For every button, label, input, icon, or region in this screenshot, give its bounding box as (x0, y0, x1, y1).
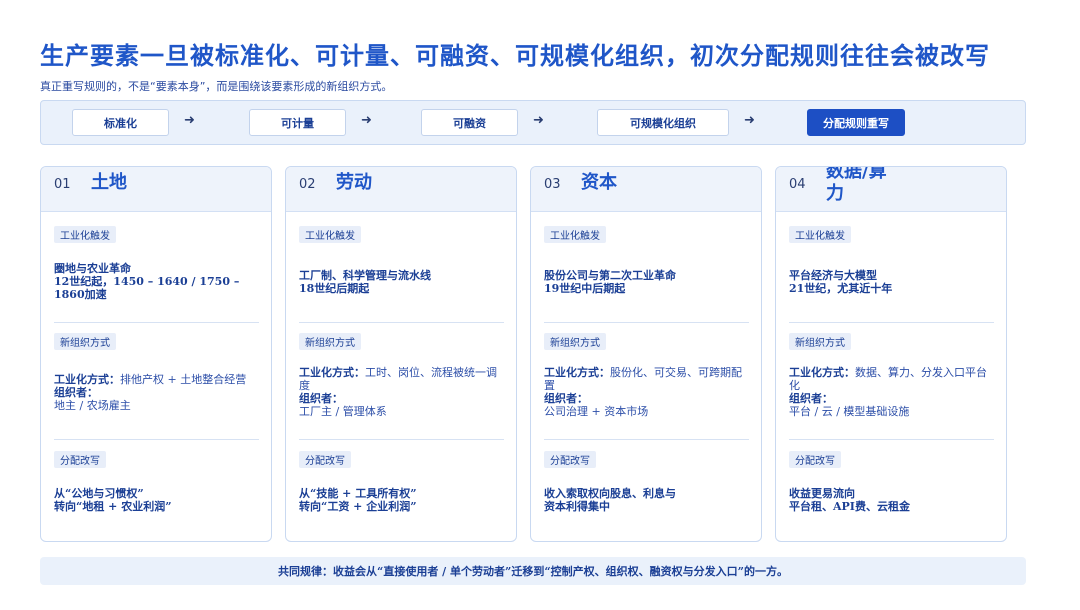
tag-new-org: 新组织方式 (54, 333, 116, 350)
flow-step-financeable: 可融资 (421, 109, 518, 136)
tag-new-org: 新组织方式 (789, 333, 851, 350)
trigger-title: 股份公司与第二次工业革命 (544, 269, 676, 282)
divider (544, 322, 749, 323)
redistribution-line: 转向“地租 + 农业利润” (54, 500, 172, 513)
trigger-content: 工厂制、科学管理与流水线 18世纪后期起 (299, 269, 504, 295)
factor-card-labor: 02 劳动 工业化触发 工厂制、科学管理与流水线 18世纪后期起 新组织方式 工… (285, 166, 517, 542)
redistribution-line: 资本利得集中 (544, 500, 610, 513)
industrial-way-value: 排他产权 + 土地整合经营 (120, 373, 247, 386)
redistribution-line: 收益更易流向 (789, 487, 855, 500)
redistribution-line: 从“公地与习惯权” (54, 487, 144, 500)
flow-step-rule-rewrite: 分配规则重写 (807, 109, 905, 136)
flow-step-measurable: 可计量 (249, 109, 346, 136)
card-number: 01 (54, 177, 71, 192)
redistribution-line: 收入索取权向股息、利息与 (544, 487, 676, 500)
tag-trigger: 工业化触发 (299, 226, 361, 243)
arrow-right-icon: ➜ (744, 113, 755, 128)
card-title: 劳动 (336, 172, 372, 193)
trigger-detail: 18世纪后期起 (299, 282, 370, 295)
card-header: 03 资本 (531, 167, 761, 212)
factor-card-capital: 03 资本 工业化触发 股份公司与第二次工业革命 19世纪中后期起 新组织方式 … (530, 166, 762, 542)
redistribution-line: 从“技能 + 工具所有权” (299, 487, 417, 500)
redistribution-line: 转向“工资 + 企业利润” (299, 500, 417, 513)
organizer-label: 组织者： (789, 392, 833, 405)
org-content: 工业化方式：股份化、可交易、可跨期配置 组织者： 公司治理 + 资本市场 (544, 366, 749, 418)
tag-redistribution: 分配改写 (544, 451, 596, 468)
divider (544, 439, 749, 440)
process-flow: 标准化 ➜ 可计量 ➜ 可融资 ➜ 可规模化组织 ➜ 分配规则重写 (40, 100, 1026, 145)
redistribution-line: 平台租、API费、云租金 (789, 500, 910, 513)
card-number: 04 (789, 177, 806, 192)
org-content: 工业化方式：排他产权 + 土地整合经营 组织者： 地主 / 农场雇主 (54, 373, 259, 412)
tag-redistribution: 分配改写 (299, 451, 351, 468)
card-title: 数据/算力 (826, 166, 887, 204)
trigger-detail: 19世纪中后期起 (544, 282, 626, 295)
flow-step-scalable-org: 可规模化组织 (597, 109, 729, 136)
arrow-right-icon: ➜ (361, 113, 372, 128)
trigger-content: 圈地与农业革命 12世纪起，1450 – 1640 / 1750 – 1860加… (54, 262, 259, 301)
divider (54, 439, 259, 440)
redistribution-content: 收益更易流向 平台租、API费、云租金 (789, 487, 994, 513)
tag-new-org: 新组织方式 (299, 333, 361, 350)
divider (299, 322, 504, 323)
redistribution-content: 从“技能 + 工具所有权” 转向“工资 + 企业利润” (299, 487, 504, 513)
card-title: 土地 (91, 172, 127, 193)
tag-trigger: 工业化触发 (54, 226, 116, 243)
page-subtitle: 真正重写规则的，不是“要素本身”，而是围绕该要素形成的新组织方式。 (40, 80, 393, 93)
organizer-label: 组织者： (544, 392, 588, 405)
organizer-value: 平台 / 云 / 模型基础设施 (789, 405, 910, 418)
tag-redistribution: 分配改写 (54, 451, 106, 468)
factor-card-land: 01 土地 工业化触发 圈地与农业革命 12世纪起，1450 – 1640 / … (40, 166, 272, 542)
organizer-value: 工厂主 / 管理体系 (299, 405, 387, 418)
page-title: 生产要素一旦被标准化、可计量、可融资、可规模化组织，初次分配规则往往会被改写 (40, 41, 990, 70)
summary-footer: 共同规律：收益会从“直接使用者 / 单个劳动者”迁移到“控制产权、组织权、融资权… (40, 557, 1026, 585)
organizer-value: 地主 / 农场雇主 (54, 399, 131, 412)
industrial-way-label: 工业化方式： (789, 366, 855, 379)
divider (299, 439, 504, 440)
organizer-label: 组织者： (299, 392, 343, 405)
tag-trigger: 工业化触发 (789, 226, 851, 243)
org-content: 工业化方式：数据、算力、分发入口平台化 组织者： 平台 / 云 / 模型基础设施 (789, 366, 994, 418)
arrow-right-icon: ➜ (533, 113, 544, 128)
card-header: 02 劳动 (286, 167, 516, 212)
organizer-label: 组织者： (54, 386, 98, 399)
trigger-detail: 21世纪，尤其近十年 (789, 282, 893, 295)
redistribution-content: 从“公地与习惯权” 转向“地租 + 农业利润” (54, 487, 259, 513)
arrow-right-icon: ➜ (184, 113, 195, 128)
trigger-detail: 12世纪起，1450 – 1640 / 1750 – 1860加速 (54, 275, 240, 301)
card-title: 资本 (581, 172, 617, 193)
trigger-title: 平台经济与大模型 (789, 269, 877, 282)
tag-new-org: 新组织方式 (544, 333, 606, 350)
industrial-way-label: 工业化方式： (299, 366, 365, 379)
divider (789, 439, 994, 440)
factor-card-data-compute: 04 数据/算力 工业化触发 平台经济与大模型 21世纪，尤其近十年 新组织方式… (775, 166, 1007, 542)
trigger-content: 平台经济与大模型 21世纪，尤其近十年 (789, 269, 994, 295)
trigger-content: 股份公司与第二次工业革命 19世纪中后期起 (544, 269, 749, 295)
tag-trigger: 工业化触发 (544, 226, 606, 243)
card-header: 01 土地 (41, 167, 271, 212)
divider (789, 322, 994, 323)
trigger-title: 工厂制、科学管理与流水线 (299, 269, 431, 282)
industrial-way-label: 工业化方式： (54, 373, 120, 386)
redistribution-content: 收入索取权向股息、利息与 资本利得集中 (544, 487, 749, 513)
org-content: 工业化方式：工时、岗位、流程被统一调度 组织者： 工厂主 / 管理体系 (299, 366, 504, 418)
card-number: 02 (299, 177, 316, 192)
organizer-value: 公司治理 + 资本市场 (544, 405, 649, 418)
card-number: 03 (544, 177, 561, 192)
divider (54, 322, 259, 323)
tag-redistribution: 分配改写 (789, 451, 841, 468)
industrial-way-label: 工业化方式： (544, 366, 610, 379)
flow-step-standardize: 标准化 (72, 109, 169, 136)
trigger-title: 圈地与农业革命 (54, 262, 131, 275)
card-header: 04 数据/算力 (776, 167, 1006, 212)
